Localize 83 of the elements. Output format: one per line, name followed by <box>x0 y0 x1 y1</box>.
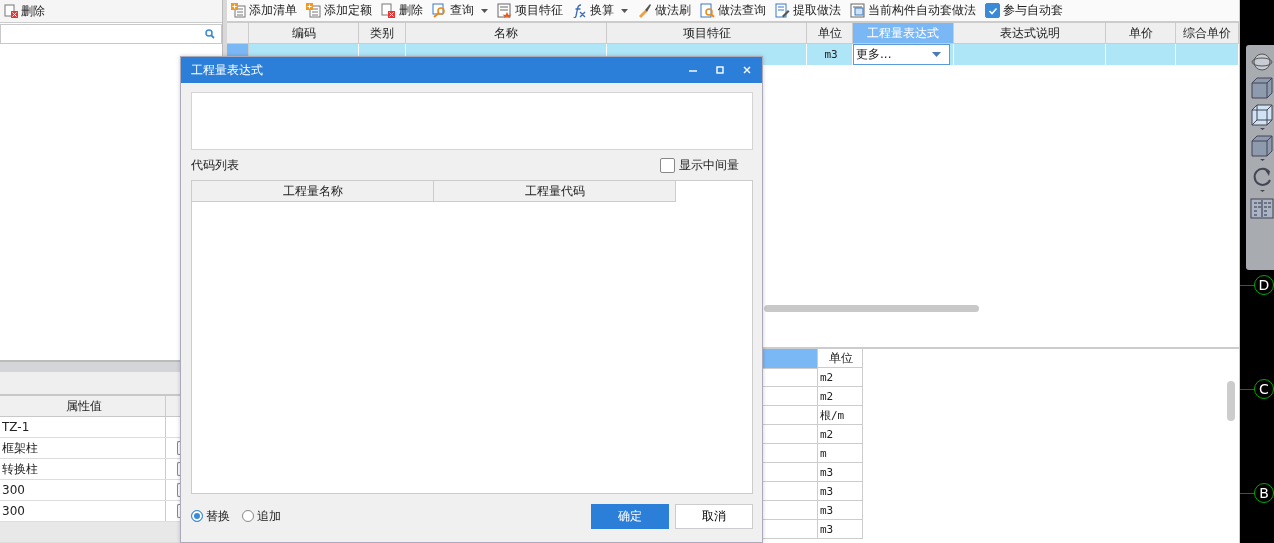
column-header[interactable]: 表达式说明 <box>954 23 1106 43</box>
column-header[interactable]: 类别 <box>359 23 406 43</box>
axis-label: C <box>1254 379 1274 399</box>
table-cell: m2 <box>820 370 834 384</box>
brush-icon <box>637 3 652 18</box>
toolbar-button[interactable]: 添加定额 <box>302 0 376 21</box>
table-cell: m2 <box>820 389 834 403</box>
mode-radio[interactable]: 替换 <box>191 507 230 525</box>
cancel-button[interactable]: 取消 <box>675 503 753 529</box>
toolbar-button[interactable]: 项目特征 <box>493 0 567 21</box>
table-cell: m3 <box>824 48 838 61</box>
sphere-icon[interactable] <box>1250 51 1274 73</box>
table-cell: m3 <box>820 503 834 517</box>
checkbox-label: 参与自动套 <box>1003 2 1063 19</box>
column-header[interactable]: 工程量代码 <box>434 181 676 202</box>
table-cell: 根/m <box>820 407 845 423</box>
axis-label: D <box>1254 275 1274 295</box>
column-header[interactable]: 名称 <box>406 23 607 43</box>
caret-icon <box>621 8 628 13</box>
maximize-icon[interactable] <box>715 65 725 75</box>
list-add-icon <box>231 3 246 18</box>
radio-label: 追加 <box>257 507 281 525</box>
toolbar-button[interactable]: 查询 <box>428 0 492 21</box>
search-icon <box>205 29 215 39</box>
table-cell: m <box>820 446 827 460</box>
radio-button[interactable] <box>191 510 203 522</box>
axis-label: B <box>1254 483 1274 503</box>
checkbox[interactable] <box>985 3 1000 18</box>
table-cell: m3 <box>820 484 834 498</box>
column-header[interactable]: 编码 <box>249 23 359 43</box>
mode-radio[interactable]: 追加 <box>242 507 281 525</box>
delete-button[interactable]: 删除 <box>0 1 49 21</box>
confirm-button[interactable]: 确定 <box>591 503 669 529</box>
table-cell: 转换柱 <box>0 459 166 479</box>
column-header[interactable]: 单位 <box>818 349 863 368</box>
toolbar-button[interactable]: 做法查询 <box>696 0 770 21</box>
table-cell: m3 <box>820 465 834 479</box>
search-field[interactable] <box>0 24 222 44</box>
search-icon <box>432 3 447 18</box>
section-label: 代码列表 <box>191 156 239 174</box>
toolbar-button[interactable]: 做法刷 <box>633 0 695 21</box>
document-search-icon <box>700 3 715 18</box>
table-cell: m3 <box>820 522 834 536</box>
auto-apply-checkbox[interactable]: 参与自动套 <box>981 0 1067 21</box>
document-pen-icon <box>775 3 790 18</box>
delete-icon <box>4 4 18 18</box>
expression-dropdown[interactable]: 更多... <box>853 44 950 65</box>
column-header: 属性值 <box>0 396 166 416</box>
expression-field[interactable] <box>191 92 753 150</box>
scrollbar-thumb[interactable] <box>764 304 979 312</box>
toolbar-button[interactable]: 换算 <box>568 0 632 21</box>
cube-icon[interactable] <box>1250 134 1274 162</box>
table-cell: 300 <box>0 501 166 521</box>
toolbar-button[interactable]: 添加清单 <box>227 0 301 21</box>
toolbar-button[interactable]: 删除 <box>377 0 427 21</box>
check-icon <box>987 5 998 16</box>
show-intermediate-checkbox[interactable]: 显示中间量 <box>660 156 739 174</box>
checkbox[interactable] <box>660 157 675 173</box>
fx-icon <box>572 3 587 18</box>
radio-label: 替换 <box>206 507 230 525</box>
column-header[interactable]: 单价 <box>1106 23 1176 43</box>
caret-icon <box>481 8 488 13</box>
radio-button[interactable] <box>242 510 254 522</box>
close-icon[interactable] <box>742 65 752 75</box>
cube-wireframe-icon[interactable] <box>1250 103 1274 131</box>
cad-canvas[interactable]: D C B <box>1240 0 1274 543</box>
table-cell: 300 <box>0 480 166 500</box>
column-header[interactable]: 工程量名称 <box>192 181 434 202</box>
table-cell: TZ-1 <box>0 417 166 437</box>
column-header[interactable]: 项目特征 <box>607 23 807 43</box>
caret-icon <box>932 52 941 57</box>
column-header[interactable]: 综合单价 <box>1176 23 1239 43</box>
table-cell: 框架柱 <box>0 438 166 458</box>
list-window-icon <box>850 3 865 18</box>
cube-3d-icon[interactable] <box>1250 76 1274 100</box>
toolbar-button[interactable]: 提取做法 <box>771 0 845 21</box>
delete-icon <box>381 3 396 18</box>
list-add-icon <box>306 3 321 18</box>
table-cell: m2 <box>820 427 834 441</box>
checkbox-label: 显示中间量 <box>679 156 739 174</box>
scrollbar-thumb[interactable] <box>1227 381 1235 421</box>
checklist-icon[interactable] <box>1250 196 1274 220</box>
toolbar-button[interactable]: 当前构件自动套做法 <box>846 0 980 21</box>
